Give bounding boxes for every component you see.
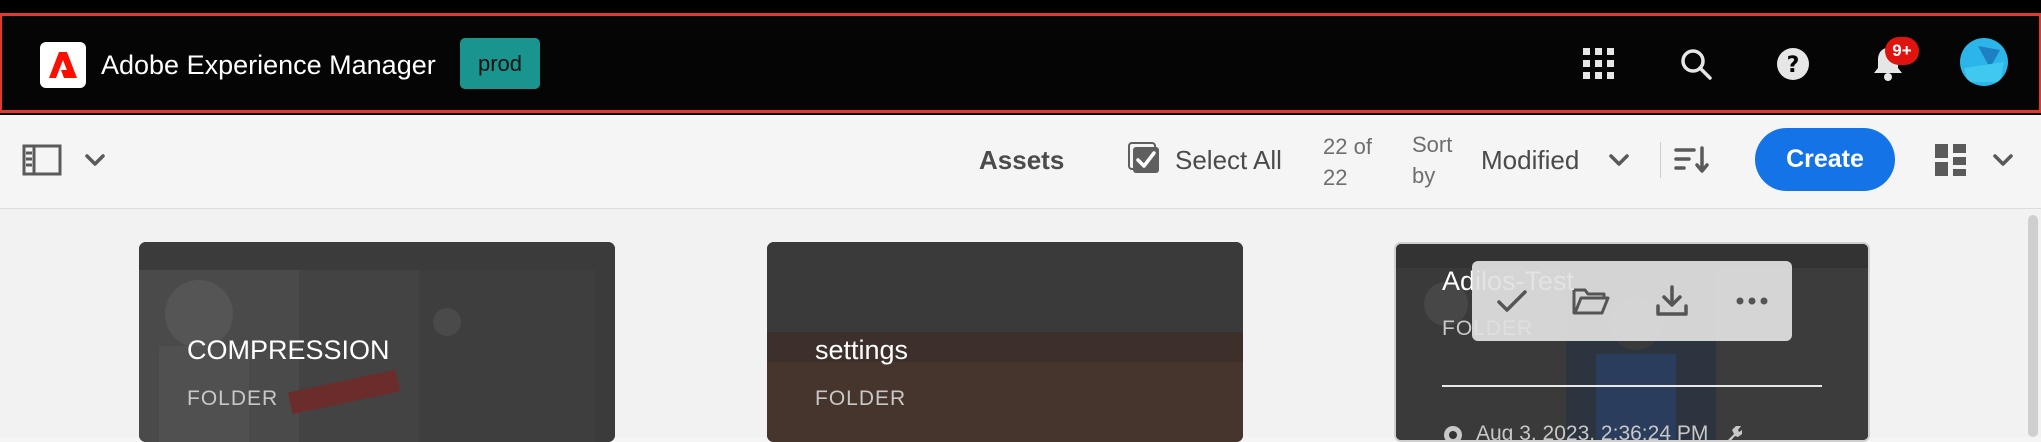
sort-by-label-line2: by xyxy=(1412,163,1436,188)
select-check-icon[interactable] xyxy=(1492,281,1532,321)
card-title: settings xyxy=(815,335,909,365)
create-button[interactable]: Create xyxy=(1755,128,1895,191)
card-type: FOLDER xyxy=(815,387,907,410)
processing-icon xyxy=(1442,424,1464,440)
solutions-grid-icon[interactable] xyxy=(1575,40,1623,88)
wrench-icon xyxy=(1722,424,1744,440)
sort-order-icon[interactable] xyxy=(1674,144,1710,176)
toolbar-divider xyxy=(1660,142,1661,178)
view-switcher-icon[interactable] xyxy=(1934,143,1968,177)
card-type: FOLDER xyxy=(187,387,279,410)
view-chevron-down-icon[interactable] xyxy=(1990,148,2016,172)
sort-by-label-line1: Sort xyxy=(1412,132,1453,157)
open-folder-icon[interactable] xyxy=(1571,281,1611,321)
environment-badge: prod xyxy=(460,38,540,89)
download-icon[interactable] xyxy=(1652,281,1692,321)
search-icon[interactable] xyxy=(1672,40,1720,88)
folder-card[interactable]: COMPRESSION FOLDER xyxy=(139,242,615,442)
quick-actions-bar xyxy=(1472,261,1792,341)
item-count-line1: 22 of xyxy=(1323,134,1372,159)
help-icon[interactable]: ? xyxy=(1769,40,1817,88)
card-title: COMPRESSION xyxy=(187,335,390,365)
rail-toggle-icon[interactable] xyxy=(22,144,62,176)
sort-chevron-down-icon[interactable] xyxy=(1606,148,1632,172)
select-all-button[interactable]: Select All xyxy=(1175,145,1282,176)
app-title[interactable]: Adobe Experience Manager xyxy=(101,48,436,82)
item-count-line2: 22 xyxy=(1323,165,1348,190)
avatar[interactable] xyxy=(1960,38,2008,86)
notification-count-badge: 9+ xyxy=(1885,37,1919,65)
card-divider xyxy=(1442,385,1822,387)
card-modified-date: Aug 3, 2023, 2:36:24 PM xyxy=(1476,422,1709,442)
select-all-checkbox-icon[interactable] xyxy=(1128,142,1162,176)
chevron-down-icon[interactable] xyxy=(82,148,108,172)
folder-card[interactable]: settings FOLDER xyxy=(767,242,1243,442)
vertical-scrollbar[interactable] xyxy=(2028,215,2038,437)
sort-select-value[interactable]: Modified xyxy=(1481,145,1579,176)
page-title: Assets xyxy=(979,145,1065,175)
more-options-icon[interactable] xyxy=(1732,281,1772,321)
adobe-logo-icon[interactable] xyxy=(40,42,86,88)
svg-text:?: ? xyxy=(1787,53,1800,78)
